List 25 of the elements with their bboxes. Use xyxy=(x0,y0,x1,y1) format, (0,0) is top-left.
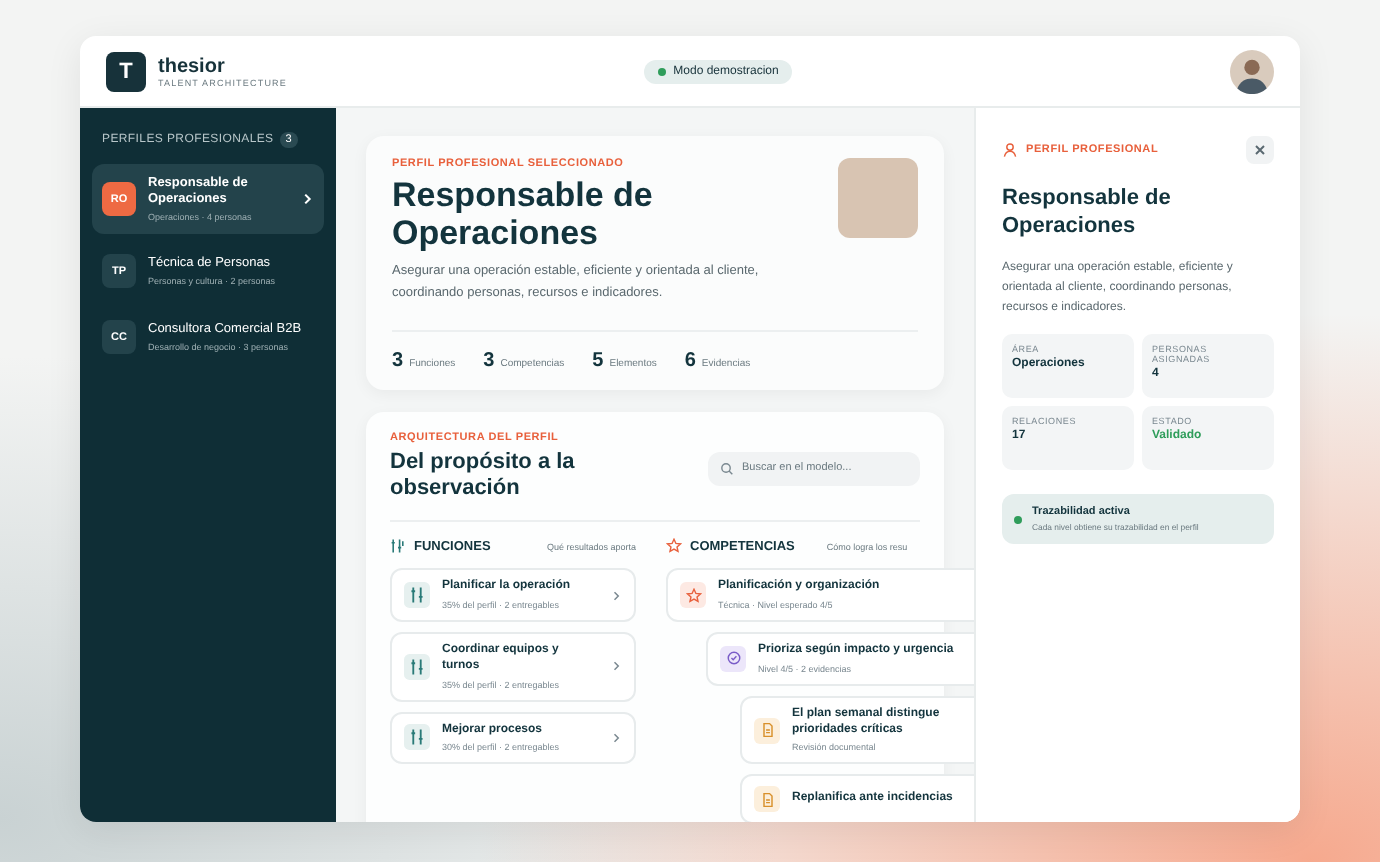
person-icon xyxy=(1002,142,1018,158)
photo-placeholder xyxy=(838,158,918,238)
stat-value: 6 xyxy=(684,349,696,372)
status-dot-icon xyxy=(1014,515,1022,524)
stat-value: 3 xyxy=(392,349,404,372)
chevron-right-icon xyxy=(610,660,622,673)
profile-title: Responsable de Operaciones xyxy=(392,178,655,253)
stat-value: 3 xyxy=(483,349,495,372)
item-icon xyxy=(720,645,746,672)
chevron-right-icon xyxy=(610,589,622,602)
item-icon xyxy=(680,582,706,609)
stat-value: 5 xyxy=(592,349,604,372)
panel-title: Responsable de Operaciones xyxy=(1002,184,1173,242)
close-icon xyxy=(1252,142,1268,158)
chevron-right-icon xyxy=(300,192,314,207)
star-icon xyxy=(666,538,682,555)
user-avatar-icon[interactable] xyxy=(1229,49,1274,93)
item-icon xyxy=(754,786,780,813)
close-button[interactable] xyxy=(1246,136,1274,164)
item-icon xyxy=(754,717,780,744)
chevron-right-icon xyxy=(610,731,622,744)
brand-name: thesior xyxy=(158,55,227,77)
search-icon xyxy=(720,461,734,476)
section-title: Del propósito a la observación xyxy=(390,449,577,503)
logo-mark: T xyxy=(106,51,146,91)
